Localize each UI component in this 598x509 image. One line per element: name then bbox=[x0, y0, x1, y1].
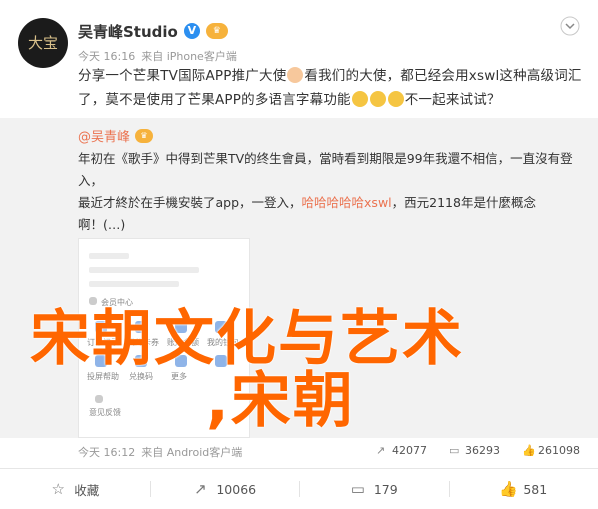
repost-like-count[interactable]: 👍 261098 bbox=[522, 444, 580, 457]
repost-text: 年初在《歌手》中得到芒果TV的终生會員，當時看到期限是99年我還不相信，一直沒有… bbox=[78, 148, 583, 236]
app-label: 意见反馈 bbox=[89, 407, 121, 418]
author-row: 吴青峰Studio V ♛ bbox=[78, 20, 228, 42]
repost-count: 10066 bbox=[216, 482, 256, 497]
comment-count: 179 bbox=[374, 482, 398, 497]
laugh-emoji-icon bbox=[370, 91, 386, 107]
thumbs-up-icon: 👍 bbox=[499, 481, 515, 497]
repost-author-row: @吴青峰 ♛ bbox=[78, 126, 153, 145]
repost-author[interactable]: @吴青峰 bbox=[78, 126, 130, 145]
post-meta: 今天 16:16 来自 iPhone客户端 bbox=[78, 48, 237, 64]
author-name[interactable]: 吴青峰Studio bbox=[78, 21, 178, 42]
repost-keyword-link[interactable]: 哈哈哈哈哈xswl bbox=[302, 195, 392, 210]
feedback-icon bbox=[95, 395, 103, 403]
collect-label: 收藏 bbox=[74, 480, 99, 499]
weibo-post: 大宝 吴青峰Studio V ♛ 今天 16:16 来自 iPhone客户端 分… bbox=[0, 0, 598, 508]
reposted-content[interactable]: @吴青峰 ♛ 年初在《歌手》中得到芒果TV的终生會員，當時看到期限是99年我還不… bbox=[0, 118, 598, 438]
repost-line3: 啊！(…) bbox=[78, 214, 583, 236]
repost-comment-count[interactable]: ▭ 36293 bbox=[449, 444, 500, 457]
repost-time[interactable]: 今天 16:12 bbox=[78, 444, 135, 460]
repost-source: 来自 Android客户端 bbox=[141, 444, 242, 460]
overlay-line2: ,宋朝 bbox=[206, 365, 355, 437]
post-source: 来自 iPhone客户端 bbox=[141, 48, 237, 64]
repost-share-count[interactable]: ↗ 42077 bbox=[376, 444, 427, 457]
collect-button[interactable]: ☆ 收藏 bbox=[0, 469, 150, 509]
vip-badge-icon: ♛ bbox=[206, 23, 228, 39]
like-count: 581 bbox=[523, 482, 547, 497]
face-emoji-icon bbox=[287, 67, 303, 83]
laugh-emoji-icon bbox=[388, 91, 404, 107]
placeholder-bar bbox=[89, 253, 129, 259]
placeholder-bar bbox=[89, 267, 199, 273]
like-count: 261098 bbox=[538, 444, 580, 457]
repost-line2: 最近才終於在手機安裝了app，一登入，哈哈哈哈哈xswl，西元2118年是什麼概… bbox=[78, 192, 583, 214]
avatar[interactable]: 大宝 bbox=[18, 18, 68, 68]
chevron-down-icon[interactable] bbox=[560, 16, 580, 36]
avatar-text: 大宝 bbox=[18, 18, 68, 68]
share-icon: ↗ bbox=[192, 481, 208, 497]
laugh-emoji-icon bbox=[352, 91, 368, 107]
repost-meta: 今天 16:12 来自 Android客户端 bbox=[78, 444, 242, 460]
vip-badge-icon: ♛ bbox=[135, 129, 153, 143]
comment-icon: ▭ bbox=[449, 445, 461, 457]
repost-line1: 年初在《歌手》中得到芒果TV的终生會員，當時看到期限是99年我還不相信，一直沒有… bbox=[78, 148, 583, 192]
share-count: 42077 bbox=[392, 444, 427, 457]
repost-button[interactable]: ↗ 10066 bbox=[150, 469, 300, 509]
star-icon: ☆ bbox=[50, 481, 66, 497]
comment-button[interactable]: ▭ 179 bbox=[299, 469, 449, 509]
comment-icon: ▭ bbox=[350, 481, 366, 497]
post-text: 分享一个芒果TV国际APP推广大使看我们的大使，都已经会用xswl这种高级词汇了… bbox=[78, 64, 583, 112]
post-text-part3: 不一起来试试？ bbox=[405, 92, 501, 108]
placeholder-bar bbox=[89, 281, 179, 287]
share-icon: ↗ bbox=[376, 445, 388, 457]
action-bar: ☆ 收藏 ↗ 10066 ▭ 179 👍 581 bbox=[0, 468, 598, 509]
post-text-part1: 分享一个芒果TV国际APP推广大使 bbox=[78, 68, 286, 84]
post-time[interactable]: 今天 16:16 bbox=[78, 48, 135, 64]
title-overlay: 宋朝文化与艺术 ,宋朝 bbox=[30, 303, 590, 375]
comment-count: 36293 bbox=[465, 444, 500, 457]
like-button[interactable]: 👍 581 bbox=[449, 469, 598, 509]
repost-stats: ↗ 42077 ▭ 36293 👍 261098 bbox=[376, 444, 580, 457]
verified-icon: V bbox=[184, 23, 200, 39]
like-icon: 👍 bbox=[522, 445, 534, 457]
